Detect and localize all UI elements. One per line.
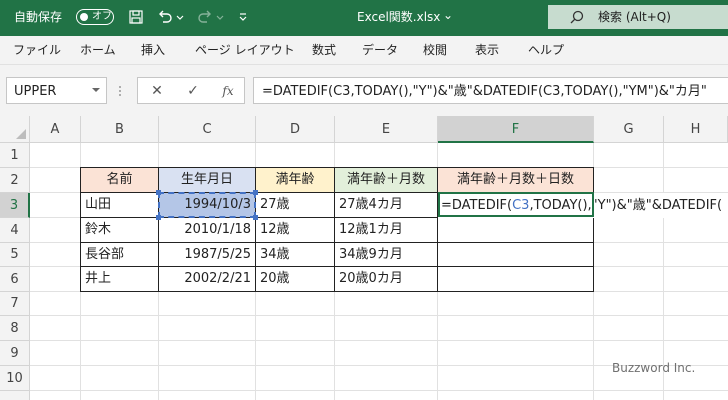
spreadsheet-grid[interactable]: A B C D E F G H 1 2 3 4 5 6 7 8 9 10 名前 …: [0, 116, 728, 400]
column-header-h[interactable]: H: [664, 116, 728, 143]
column-header-b[interactable]: B: [81, 116, 159, 143]
table-cell-age-months[interactable]: 12歳1カ月: [335, 218, 438, 243]
gridline: [30, 315, 728, 316]
active-cell-border: [438, 192, 594, 217]
column-header-c[interactable]: C: [159, 116, 256, 143]
autosave-toggle[interactable]: オフ: [76, 9, 114, 25]
table-cell-name[interactable]: 長谷部: [80, 243, 159, 267]
formula-buttons: ✕ ✓ fx: [137, 77, 245, 104]
reference-handle-icon: [253, 190, 258, 195]
column-header-d[interactable]: D: [256, 116, 335, 143]
table-cell-age[interactable]: 34歳: [256, 243, 335, 267]
table-cell-birthdate[interactable]: 2010/1/18: [159, 218, 256, 243]
header-cell-age-months-days[interactable]: 満年齢＋月数＋日数: [438, 167, 594, 193]
search-placeholder: 検索 (Alt+Q): [598, 10, 671, 24]
gridline: [30, 340, 728, 341]
formula-text: =DATEDIF(C3,TODAY(),"Y")&"歳"&DATEDIF(C3,…: [262, 84, 707, 99]
customize-qat-icon[interactable]: [238, 9, 248, 25]
row-header-11[interactable]: [0, 391, 30, 400]
menu-help[interactable]: ヘルプ: [528, 43, 564, 57]
header-cell-age-months[interactable]: 満年齢＋月数: [335, 167, 438, 193]
row-header-4[interactable]: 4: [0, 218, 30, 243]
search-box[interactable]: 検索 (Alt+Q): [548, 5, 728, 29]
save-icon[interactable]: [128, 9, 144, 25]
menu-formulas[interactable]: 数式: [312, 43, 336, 57]
menu-data[interactable]: データ: [362, 43, 398, 57]
insert-function-icon[interactable]: fx: [218, 83, 238, 99]
autosave-label: 自動保存: [14, 10, 63, 24]
cancel-icon[interactable]: ✕: [147, 83, 167, 99]
menu-insert[interactable]: 挿入: [141, 43, 165, 57]
row-header-9[interactable]: 9: [0, 341, 30, 366]
reference-handle-icon: [253, 215, 258, 220]
formula-input[interactable]: =DATEDIF(C3,TODAY(),"Y")&"歳"&DATEDIF(C3,…: [253, 77, 728, 104]
row-header-8[interactable]: 8: [0, 316, 30, 341]
column-header-f[interactable]: F: [438, 116, 594, 143]
row-header-6[interactable]: 6: [0, 267, 30, 292]
row-header-5[interactable]: 5: [0, 243, 30, 267]
search-icon: [570, 10, 584, 24]
file-name[interactable]: Excel関数.xlsx: [357, 10, 440, 24]
header-cell-age[interactable]: 満年齢: [256, 167, 335, 193]
redo-icon[interactable]: [196, 9, 214, 25]
table-cell-birthdate[interactable]: 1987/5/25: [159, 243, 256, 267]
redo-dropdown-icon[interactable]: [216, 9, 224, 25]
table-cell-age-months[interactable]: 27歳4カ月: [335, 193, 438, 218]
autosave-state: オフ: [92, 11, 112, 22]
table-cell-name[interactable]: 井上: [80, 267, 159, 292]
column-header-g[interactable]: G: [594, 116, 664, 143]
header-cell-birthdate[interactable]: 生年月日: [159, 167, 256, 193]
formula-bar: UPPER ✕ ✓ fx =DATEDIF(C3,TODAY(),"Y")&"歳…: [0, 65, 728, 116]
table-cell-name[interactable]: 鈴木: [80, 218, 159, 243]
row-header-1[interactable]: 1: [0, 143, 30, 168]
row-header-10[interactable]: 10: [0, 366, 30, 391]
table-cell-age[interactable]: 12歳: [256, 218, 335, 243]
select-all-button[interactable]: [0, 116, 30, 143]
menu-view[interactable]: 表示: [475, 43, 499, 57]
reference-handle-icon: [156, 215, 161, 220]
table-cell-name[interactable]: 山田: [80, 193, 159, 218]
row-header-7[interactable]: 7: [0, 292, 30, 316]
menu-home[interactable]: ホーム: [80, 43, 116, 57]
filename-chevron-icon[interactable]: ⌄: [443, 8, 453, 22]
grip-icon: [119, 86, 121, 96]
enter-icon[interactable]: ✓: [183, 83, 203, 99]
toggle-knob-icon: [80, 13, 88, 21]
table-cell-age-months-days[interactable]: [438, 243, 594, 267]
menu-review[interactable]: 校閲: [423, 43, 447, 57]
table-cell-age-months[interactable]: 20歳0カ月: [335, 267, 438, 292]
table-cell-age[interactable]: 20歳: [256, 267, 335, 292]
title-bar: 自動保存 オフ Excel関数.xlsx ⌄ 検索 (Alt+Q): [0, 0, 728, 36]
header-cell-name[interactable]: 名前: [80, 167, 159, 193]
table-cell-age-months[interactable]: 34歳9カ月: [335, 243, 438, 267]
undo-icon[interactable]: [156, 9, 174, 25]
gridline: [30, 390, 728, 391]
table-cell-age-months-days[interactable]: [438, 218, 594, 243]
row-header-3[interactable]: 3: [0, 193, 30, 218]
row-header-2[interactable]: 2: [0, 168, 30, 193]
table-cell-age[interactable]: 27歳: [256, 193, 335, 218]
watermark: Buzzword Inc.: [612, 361, 696, 375]
column-header-a[interactable]: A: [30, 116, 81, 143]
undo-dropdown-icon[interactable]: [176, 9, 184, 25]
column-header-e[interactable]: E: [335, 116, 438, 143]
table-cell-birthdate[interactable]: 2002/2/21: [159, 267, 256, 292]
table-cell-age-months-days[interactable]: [438, 267, 594, 292]
name-box[interactable]: UPPER: [6, 77, 107, 104]
select-all-triangle-icon: [16, 129, 26, 139]
reference-highlight: [158, 192, 256, 218]
name-box-dropdown-icon[interactable]: [92, 85, 100, 95]
menu-file[interactable]: ファイル: [13, 43, 61, 57]
menu-page-layout[interactable]: ページ レイアウト: [195, 43, 295, 57]
menu-bar: ファイル ホーム 挿入 ページ レイアウト 数式 データ 校閲 表示 ヘルプ: [0, 36, 728, 65]
reference-handle-icon: [156, 190, 161, 195]
name-box-value: UPPER: [14, 84, 57, 99]
